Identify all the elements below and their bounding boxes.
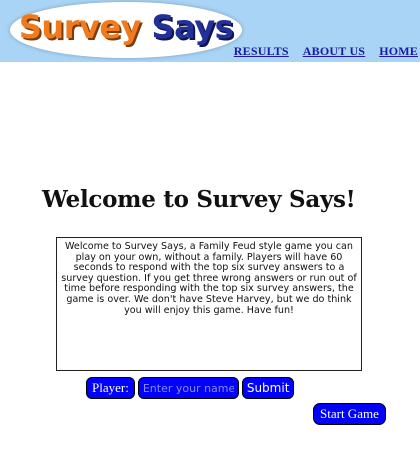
logo-word-says: Says: [151, 8, 234, 46]
main-nav: RESULTS ABOUT US HOME: [234, 44, 420, 59]
player-form: Player: Submit: [86, 377, 295, 399]
player-label: Player:: [86, 377, 135, 399]
nav-link-home[interactable]: HOME: [379, 44, 418, 59]
start-game-button[interactable]: Start Game: [313, 403, 386, 425]
player-name-input[interactable]: [137, 377, 239, 399]
page-title: Welcome to Survey Says!: [42, 186, 356, 213]
survey-says-logo[interactable]: Survey Says: [10, 2, 242, 58]
submit-button[interactable]: Submit: [241, 377, 295, 399]
nav-link-about-us[interactable]: ABOUT US: [303, 44, 365, 59]
logo-text: Survey Says: [10, 8, 242, 46]
logo-word-survey: Survey: [18, 8, 142, 46]
game-description: Welcome to Survey Says, a Family Feud st…: [56, 237, 362, 371]
site-header: Survey Says RESULTS ABOUT US HOME: [0, 0, 420, 62]
nav-link-results[interactable]: RESULTS: [234, 44, 289, 59]
